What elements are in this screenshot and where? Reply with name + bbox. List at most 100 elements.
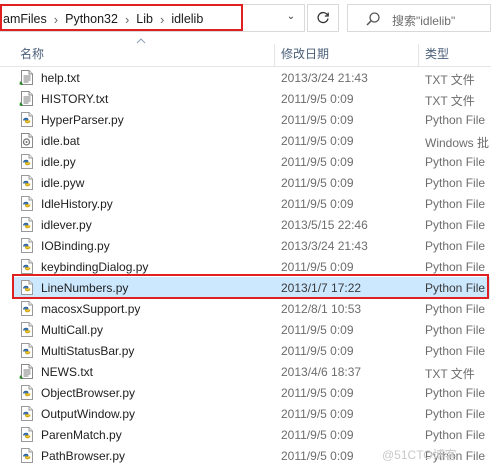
python-file-icon: [19, 447, 35, 464]
python-file-icon: [19, 195, 35, 212]
file-type: TXT 文件: [425, 73, 475, 87]
file-modified-date: 2011/9/5 0:09: [281, 386, 354, 400]
file-name: idle.py: [41, 155, 76, 169]
file-type: Windows 批: [425, 136, 490, 150]
file-type: Python File: [425, 302, 486, 316]
file-name: ParenMatch.py: [41, 428, 122, 442]
text-file-icon: [19, 90, 35, 107]
file-row[interactable]: macosxSupport.py 2012/8/1 10:53 Python Fil…: [14, 298, 490, 319]
python-file-icon: [19, 426, 35, 443]
file-row[interactable]: help.txt 2013/3/24 21:43 TXT 文件: [14, 67, 490, 88]
file-name: idle.pyw: [41, 176, 85, 190]
file-name: NEWS.txt: [41, 365, 94, 379]
column-header-date[interactable]: 修改日期: [281, 44, 329, 66]
file-row[interactable]: NEWS.txt 2013/4/6 18:37 TXT 文件: [14, 361, 490, 382]
watermark: @51CTO博客: [382, 448, 457, 462]
file-modified-date: 2011/9/5 0:09: [281, 134, 354, 148]
file-name: MultiCall.py: [41, 323, 104, 337]
file-name: HISTORY.txt: [41, 92, 109, 106]
file-name: idle.bat: [41, 134, 80, 148]
python-file-icon: [19, 174, 35, 191]
file-type: Python File: [425, 176, 486, 190]
file-modified-date: 2011/9/5 0:09: [281, 344, 354, 358]
refresh-icon: [317, 11, 329, 24]
address-highlight-box: [0, 4, 243, 31]
file-type: Python File: [425, 428, 486, 442]
file-type: Python File: [425, 239, 486, 253]
search-placeholder: 搜索"idlelib": [392, 14, 456, 28]
python-file-icon: [19, 258, 35, 275]
file-modified-date: 2011/9/5 0:09: [281, 449, 354, 463]
file-name: MultiStatusBar.py: [41, 344, 135, 358]
file-modified-date: 2012/8/1 10:53: [281, 302, 362, 316]
file-name: keybindingDialog.py: [41, 260, 149, 274]
file-name: macosxSupport.py: [41, 302, 141, 316]
text-file-icon: [19, 363, 35, 380]
file-name: IdleHistory.py: [41, 197, 113, 211]
file-modified-date: 2011/9/5 0:09: [281, 92, 354, 106]
file-type: Python File: [425, 407, 486, 421]
python-file-icon: [19, 237, 35, 254]
file-row[interactable]: MultiStatusBar.py 2011/9/5 0:09 Python Fil…: [14, 340, 490, 361]
text-file-icon: [19, 69, 35, 86]
selection-highlight-box: [12, 274, 489, 299]
file-modified-date: 2013/5/15 22:46: [281, 218, 368, 232]
file-name: PathBrowser.py: [41, 449, 126, 463]
column-header-type[interactable]: 类型: [425, 44, 449, 66]
python-file-icon: [19, 111, 35, 128]
file-modified-date: 2011/9/5 0:09: [281, 407, 354, 421]
file-row[interactable]: MultiCall.py 2011/9/5 0:09 Python File: [14, 319, 490, 340]
file-modified-date: 2013/4/6 18:37: [281, 365, 362, 379]
file-row[interactable]: idle.bat 2011/9/5 0:09 Windows 批: [14, 130, 490, 151]
file-type: Python File: [425, 113, 486, 127]
column-divider[interactable]: [274, 44, 275, 66]
file-modified-date: 2011/9/5 0:09: [281, 323, 354, 337]
file-type: Python File: [425, 260, 486, 274]
file-modified-date: 2011/9/5 0:09: [281, 176, 354, 190]
file-type: Python File: [425, 197, 486, 211]
file-name: OutputWindow.py: [41, 407, 136, 421]
file-modified-date: 2011/9/5 0:09: [281, 155, 354, 169]
file-modified-date: 2011/9/5 0:09: [281, 113, 354, 127]
python-file-icon: [19, 342, 35, 359]
search-icon: [366, 12, 380, 26]
file-row[interactable]: HISTORY.txt 2011/9/5 0:09 TXT 文件: [14, 88, 490, 109]
file-modified-date: 2013/3/24 21:43: [281, 71, 368, 85]
file-row[interactable]: idle.py 2011/9/5 0:09 Python File: [14, 151, 490, 172]
navigation-bar: amFiles › Python32 › Lib › idlelib ⌄ 搜索"…: [0, 0, 491, 38]
search-box[interactable]: 搜索"idlelib": [347, 4, 491, 32]
file-type: Python File: [425, 344, 486, 358]
python-file-icon: [19, 384, 35, 401]
file-modified-date: 2011/9/5 0:09: [281, 428, 354, 442]
python-file-icon: [19, 216, 35, 233]
column-divider[interactable]: [418, 44, 419, 66]
column-header-name[interactable]: 名称: [20, 44, 44, 66]
python-file-icon: [19, 321, 35, 338]
file-name: ObjectBrowser.py: [41, 386, 136, 400]
file-name: idlever.py: [41, 218, 92, 232]
file-name: IOBinding.py: [41, 239, 110, 253]
file-modified-date: 2013/3/24 21:43: [281, 239, 368, 253]
file-row[interactable]: HyperParser.py 2011/9/5 0:09 Python File: [14, 109, 490, 130]
file-row[interactable]: OutputWindow.py 2011/9/5 0:09 Python File: [14, 403, 490, 424]
file-explorer-window: amFiles › Python32 › Lib › idlelib ⌄ 搜索"…: [0, 0, 491, 470]
batch-file-icon: [19, 132, 35, 149]
python-file-icon: [19, 300, 35, 317]
file-type: TXT 文件: [425, 94, 475, 108]
file-modified-date: 2011/9/5 0:09: [281, 197, 354, 211]
python-file-icon: [19, 153, 35, 170]
file-type: Python File: [425, 218, 486, 232]
file-type: Python File: [425, 386, 486, 400]
file-row[interactable]: IdleHistory.py 2011/9/5 0:09 Python File: [14, 193, 490, 214]
file-type: TXT 文件: [425, 367, 475, 381]
file-row[interactable]: IOBinding.py 2013/3/24 21:43 Python File: [14, 235, 490, 256]
python-file-icon: [19, 405, 35, 422]
file-row[interactable]: idle.pyw 2011/9/5 0:09 Python File: [14, 172, 490, 193]
column-header: 名称 修改日期 类型: [0, 44, 491, 67]
refresh-button[interactable]: [307, 4, 339, 32]
address-dropdown-icon[interactable]: ⌄: [284, 11, 298, 27]
file-row[interactable]: ObjectBrowser.py 2011/9/5 0:09 Python File: [14, 382, 490, 403]
file-row[interactable]: idlever.py 2013/5/15 22:46 Python File: [14, 214, 490, 235]
file-name: help.txt: [41, 71, 80, 85]
file-row[interactable]: ParenMatch.py 2011/9/5 0:09 Python File: [14, 424, 490, 445]
